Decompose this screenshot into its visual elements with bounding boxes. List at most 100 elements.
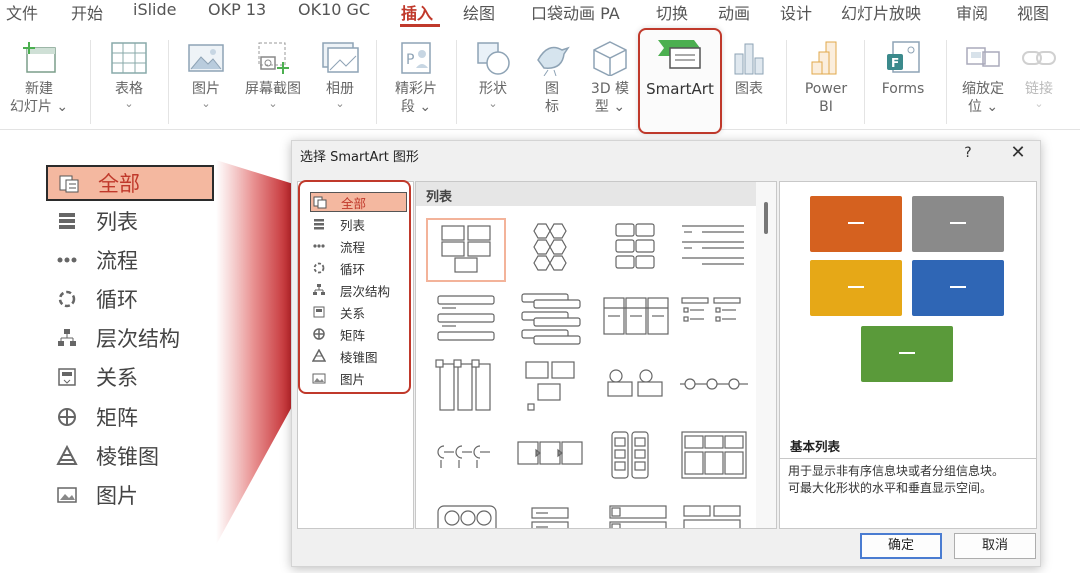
table-icon (111, 42, 147, 74)
tab-animations[interactable]: 动画 (718, 0, 750, 24)
smartart-icon (658, 40, 701, 69)
category-picture[interactable]: 图片 (310, 368, 407, 388)
tab-view[interactable]: 视图 (1017, 0, 1049, 24)
ribbon-divider (864, 40, 865, 124)
icons-label-2: 标 (545, 99, 559, 115)
chart-label: 图表 (735, 81, 763, 97)
tab-file[interactable]: 文件 (6, 0, 38, 24)
forms-icon: F (887, 41, 920, 73)
cycle-category-icon (52, 288, 82, 310)
highlight-clip-label: 精彩片 (395, 81, 437, 97)
layout-connected-list[interactable] (678, 358, 758, 422)
ok-button[interactable]: 确定 (860, 533, 942, 559)
layout-stacked-grid[interactable] (678, 502, 758, 528)
svg-text:P: P (406, 52, 414, 68)
layout-tab-list[interactable] (512, 502, 592, 528)
layout-picture-caption[interactable] (426, 358, 506, 422)
category-relationship[interactable]: 关系 (310, 302, 407, 322)
layout-gallery: 列表 (415, 181, 777, 529)
layout-hexagon-cluster[interactable] (512, 218, 592, 282)
ribbon-divider (168, 40, 169, 124)
list-category-icon (52, 210, 82, 232)
picture-category-icon (52, 484, 82, 506)
layout-description: 用于显示非有序信息块或者分组信息块。 可最大化形状的水平和垂直显示空间。 (780, 458, 1036, 528)
layout-lined-blocks[interactable] (598, 502, 678, 528)
layout-half-circle[interactable] (426, 428, 506, 492)
category-hierarchy[interactable]: 层次结构 (310, 280, 407, 300)
picture-button[interactable]: 图片 ⌄ (182, 40, 230, 110)
layout-picture-accent[interactable] (512, 358, 592, 422)
new-slide-label: 新建 (25, 81, 53, 97)
layout-stacked-blocks[interactable] (598, 218, 678, 282)
layout-horizontal-bullet[interactable] (598, 290, 678, 354)
category-list[interactable]: 列表 (310, 214, 407, 234)
scrollbar-thumb[interactable] (764, 202, 768, 234)
screenshot-button[interactable]: 屏幕截图 ⌄ (238, 40, 308, 110)
icons-button[interactable]: 图 标 (530, 40, 574, 116)
category-label: 列表 (340, 217, 366, 233)
ribbon-divider (786, 40, 787, 124)
cycle-category-icon (312, 261, 326, 275)
link-label: 链接 (1025, 81, 1053, 97)
ribbon-divider (456, 40, 457, 124)
link-button[interactable]: 链接 ⌄ (1016, 40, 1062, 110)
table-button[interactable]: 表格 ⌄ (104, 40, 154, 110)
category-pyramid[interactable]: 棱锥图 (310, 346, 407, 366)
category-matrix[interactable]: 矩阵 (310, 324, 407, 344)
category-all[interactable]: 全部 (310, 192, 407, 212)
forms-button[interactable]: F Forms (874, 40, 932, 98)
bird-icon (537, 46, 570, 76)
chevron-down-icon: ⌄ (124, 97, 134, 110)
powerbi-label: Power (804, 81, 848, 97)
video-clip-icon: P (401, 42, 431, 74)
tab-islide[interactable]: iSlide (133, 0, 177, 19)
category-process[interactable]: 流程 (310, 236, 407, 256)
magnified-item-label: 流程 (96, 248, 138, 273)
help-button[interactable]: ? (960, 145, 976, 161)
tab-slideshow[interactable]: 幻灯片放映 (841, 0, 921, 24)
tab-okp[interactable]: OKP 13 (208, 0, 266, 19)
picture-category-icon (312, 371, 326, 385)
relationship-category-icon (52, 366, 82, 388)
layout-table-list[interactable] (598, 428, 678, 492)
cancel-button[interactable]: 取消 (954, 533, 1036, 559)
tab-review[interactable]: 审阅 (956, 0, 988, 24)
hierarchy-category-icon (312, 283, 326, 297)
process-category-icon (312, 239, 326, 253)
magnified-item-label: 层次结构 (96, 327, 180, 352)
chart-button[interactable]: 图表 (726, 40, 772, 98)
zoom-button[interactable]: 缩放定 位 ⌄ (956, 40, 1010, 116)
powerbi-button[interactable]: Power BI (798, 40, 854, 116)
tab-home[interactable]: 开始 (71, 0, 103, 24)
layout-grid-list[interactable] (678, 428, 758, 492)
gallery-scrollbar[interactable] (756, 182, 776, 528)
album-button[interactable]: 相册 ⌄ (316, 40, 364, 110)
tab-pocket-animation[interactable]: 口袋动画 PA (531, 0, 620, 24)
ribbon-divider (946, 40, 947, 124)
category-label: 层次结构 (340, 283, 391, 299)
layout-lined-list[interactable] (678, 218, 758, 282)
highlight-clip-button[interactable]: P 精彩片 段 ⌄ (388, 40, 444, 116)
layout-tree-list[interactable] (678, 290, 758, 354)
layout-grouped-list[interactable] (512, 290, 592, 354)
close-button[interactable]: ✕ (1008, 142, 1028, 163)
svg-text:F: F (891, 56, 899, 70)
tab-draw[interactable]: 绘图 (463, 0, 495, 24)
layout-basic-list[interactable] (426, 218, 506, 282)
layout-circle-list[interactable] (598, 358, 678, 422)
tab-design[interactable]: 设计 (780, 0, 812, 24)
new-slide-button[interactable]: 新建 幻灯片 ⌄ (8, 40, 70, 116)
layout-chevron-list[interactable] (512, 428, 592, 492)
shapes-icon (477, 42, 510, 75)
all-category-icon (313, 195, 327, 209)
shapes-button[interactable]: 形状 ⌄ (468, 40, 518, 110)
tab-insert[interactable]: 插入 (401, 0, 433, 24)
layout-vertical-bullet[interactable] (426, 290, 506, 354)
tab-ok10[interactable]: OK10 GC (298, 0, 370, 19)
3d-model-button[interactable]: 3D 模 型 ⌄ (584, 40, 636, 116)
tab-transitions[interactable]: 切换 (656, 0, 688, 24)
category-cycle[interactable]: 循环 (310, 258, 407, 278)
layout-circle-pictures[interactable] (426, 502, 506, 528)
smartart-button[interactable]: SmartArt (638, 28, 722, 134)
gallery-header: 列表 (416, 182, 756, 206)
